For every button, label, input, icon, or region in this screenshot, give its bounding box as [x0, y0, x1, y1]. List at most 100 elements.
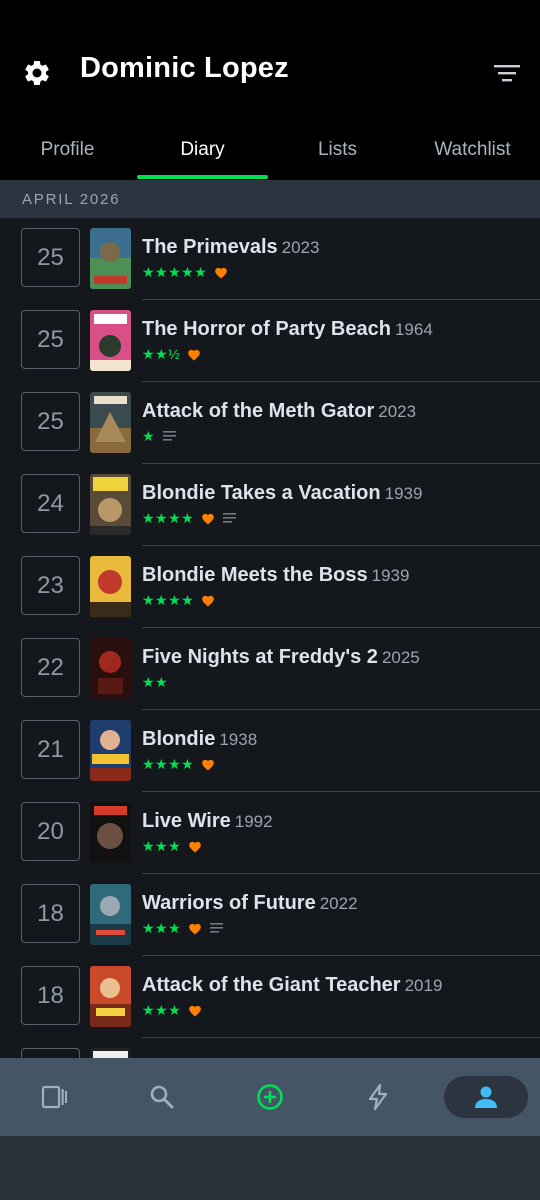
review-icon	[163, 430, 177, 442]
tab-profile[interactable]: Profile	[0, 122, 135, 180]
bottom-navigation	[0, 1058, 540, 1136]
app-root: Dominic Lopez Profile Diary Lists Watchl…	[0, 0, 540, 1200]
nav-activity[interactable]	[324, 1058, 432, 1136]
film-year: 1938	[219, 730, 258, 749]
heart-icon	[201, 512, 215, 525]
film-title[interactable]: Live Wire	[142, 810, 231, 832]
month-header: APRIL 2026	[0, 180, 540, 218]
search-icon	[150, 1085, 174, 1109]
day-box: 23	[21, 556, 80, 615]
gear-icon	[25, 60, 49, 85]
poster[interactable]	[90, 720, 131, 781]
star-rating: ★★½	[142, 345, 181, 362]
heart-icon	[201, 594, 215, 607]
star-rating: ★★★★	[142, 755, 195, 772]
day-box: 25	[21, 310, 80, 369]
film-year: 2023	[378, 402, 417, 421]
activity-icon	[368, 1083, 388, 1111]
film-year: 2023	[281, 238, 320, 257]
tab-bar: Profile Diary Lists Watchlist	[0, 122, 540, 180]
star-rating: ★★★★	[142, 509, 195, 526]
poster[interactable]	[90, 310, 131, 371]
system-bar-area	[0, 1136, 540, 1200]
film-title[interactable]: Five Nights at Freddy's 2	[142, 646, 378, 668]
film-title[interactable]: Blondie Takes a Vacation	[142, 482, 381, 504]
tab-diary[interactable]: Diary	[135, 122, 270, 180]
diary-entry[interactable]: 21 Blondie 1938 ★★★★	[0, 710, 540, 792]
poster[interactable]	[90, 392, 131, 453]
header: Dominic Lopez Profile Diary Lists Watchl…	[0, 0, 540, 180]
film-year: 2022	[319, 894, 358, 913]
nav-profile[interactable]	[432, 1058, 540, 1136]
day-box	[21, 1048, 80, 1058]
diary-entry[interactable]: 24 Blondie Takes a Vacation 1939 ★★★★	[0, 464, 540, 546]
page-title: Dominic Lopez	[80, 52, 289, 84]
poster[interactable]	[90, 966, 131, 1027]
heart-icon	[188, 1004, 202, 1017]
settings-button[interactable]	[20, 56, 54, 90]
day-box: 24	[21, 474, 80, 533]
day-box: 18	[21, 966, 80, 1025]
star-rating: ★★	[142, 673, 169, 690]
nav-films[interactable]	[0, 1058, 108, 1136]
poster[interactable]	[90, 638, 131, 699]
film-year: 1939	[384, 484, 423, 503]
day-box: 21	[21, 720, 80, 779]
day-box: 18	[21, 884, 80, 943]
diary-entry[interactable]: 18 Attack of the Giant Teacher 2019 ★★★	[0, 956, 540, 1038]
day-box: 25	[21, 228, 80, 287]
poster[interactable]	[90, 474, 131, 535]
film-title[interactable]: Warriors of Future	[142, 892, 316, 914]
film-year: 2025	[381, 648, 420, 667]
tab-watchlist[interactable]: Watchlist	[405, 122, 540, 180]
nav-search[interactable]	[108, 1058, 216, 1136]
poster[interactable]	[90, 884, 131, 945]
film-title[interactable]: The Horror of Party Beach	[142, 318, 391, 340]
filter-button[interactable]	[492, 58, 522, 88]
heart-icon	[187, 348, 201, 361]
diary-entry[interactable]: 20 Live Wire 1992 ★★★	[0, 792, 540, 874]
heart-icon	[188, 840, 202, 853]
day-box: 22	[21, 638, 80, 697]
nav-add[interactable]	[216, 1058, 324, 1136]
day-box: 25	[21, 392, 80, 451]
add-icon	[257, 1084, 283, 1110]
films-icon	[41, 1085, 67, 1109]
poster[interactable]	[90, 802, 131, 863]
heart-icon	[188, 922, 202, 935]
star-rating: ★★★	[142, 837, 182, 854]
film-title[interactable]: Attack of the Giant Teacher	[142, 974, 401, 996]
diary-entry[interactable]: 25 Attack of the Meth Gator 2023 ★	[0, 382, 540, 464]
poster[interactable]	[90, 1048, 131, 1058]
tab-lists[interactable]: Lists	[270, 122, 405, 180]
film-title[interactable]: The Primevals	[142, 236, 278, 258]
diary-entry[interactable]: 25 The Horror of Party Beach 1964 ★★½	[0, 300, 540, 382]
poster[interactable]	[90, 556, 131, 617]
film-title[interactable]: Blondie	[142, 728, 215, 750]
poster[interactable]	[90, 228, 131, 289]
film-year: 1964	[394, 320, 433, 339]
film-year: 1992	[234, 812, 273, 831]
active-indicator	[444, 1076, 528, 1118]
diary-entry[interactable]: 22 Five Nights at Freddy's 2 2025 ★★	[0, 628, 540, 710]
star-rating: ★★★	[142, 919, 182, 936]
film-title[interactable]: Attack of the Meth Gator	[142, 400, 374, 422]
diary-entry[interactable]: 18 Warriors of Future 2022 ★★★	[0, 874, 540, 956]
profile-icon	[475, 1086, 497, 1108]
diary-list[interactable]: 25 The Primevals 2023 ★★★★★ 25 The Horror…	[0, 218, 540, 1058]
diary-entry[interactable]: 25 The Primevals 2023 ★★★★★	[0, 218, 540, 300]
review-icon	[223, 512, 237, 524]
diary-entry[interactable]	[0, 1038, 540, 1058]
film-title[interactable]: Blondie Meets the Boss	[142, 564, 368, 586]
star-rating: ★★★★	[142, 591, 195, 608]
diary-entry[interactable]: 23 Blondie Meets the Boss 1939 ★★★★	[0, 546, 540, 628]
heart-icon	[201, 758, 215, 771]
heart-icon	[214, 266, 228, 279]
day-box: 20	[21, 802, 80, 861]
filter-icon	[494, 65, 520, 82]
review-icon	[210, 922, 224, 934]
film-year: 1939	[371, 566, 410, 585]
star-rating: ★★★★★	[142, 263, 208, 280]
star-rating: ★	[142, 427, 156, 444]
film-year: 2019	[404, 976, 443, 995]
